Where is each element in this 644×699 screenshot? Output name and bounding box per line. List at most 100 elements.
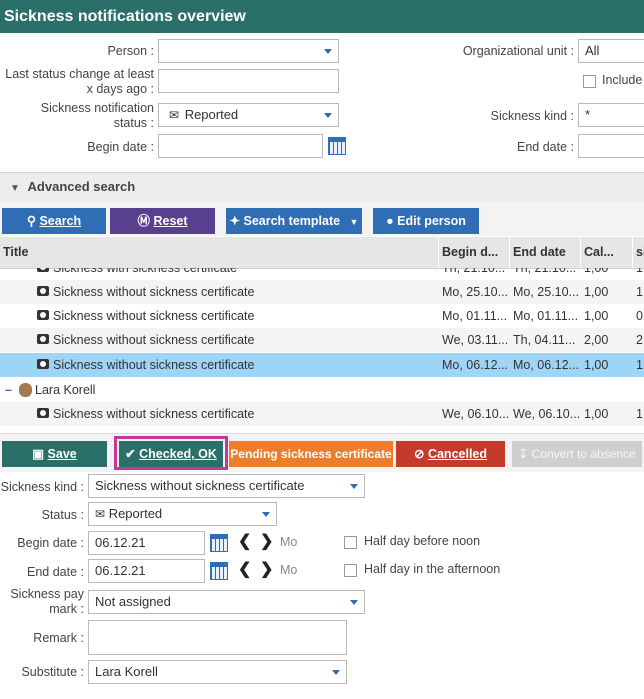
edit-person-label: Edit person <box>397 214 466 228</box>
row-title: Sickness without sickness certificate <box>53 333 255 347</box>
row-end: Mo, 25.10... <box>513 285 580 299</box>
search-button-label: Search <box>39 214 82 228</box>
table-row[interactable]: Sickness without sickness certificate Mo… <box>0 280 644 304</box>
begin-date-label: Begin date : <box>87 140 154 154</box>
pending-certificate-label: Pending sickness certificate <box>230 447 392 461</box>
form-sickness-kind-select[interactable]: Sickness without sickness certificate <box>88 474 365 498</box>
next-day-button[interactable]: ❯ <box>260 560 273 580</box>
convert-to-absence-button[interactable]: ↧ Convert to absence <box>512 441 642 467</box>
row-cal: 1,00 <box>584 285 609 299</box>
reset-button-label: Reset <box>153 214 188 228</box>
end-date-filter-input[interactable] <box>578 134 644 158</box>
reset-button[interactable]: Ⓜ Reset <box>110 208 215 234</box>
pay-mark-label-1: Sickness pay <box>10 587 84 601</box>
row-title: Sickness without sickness certificate <box>53 285 255 299</box>
row-title: Sickness without sickness certificate <box>53 358 255 372</box>
checked-ok-button[interactable]: ✔ Checked, OK <box>119 441 223 467</box>
row-begin: We, 06.10... <box>442 407 510 421</box>
previous-day-button[interactable]: ❮ <box>238 532 251 552</box>
camera-icon <box>37 268 49 272</box>
row-begin: Mo, 25.10... <box>442 285 509 299</box>
calendar-icon[interactable] <box>328 137 346 155</box>
row-begin: Th, 21.10... <box>442 268 506 275</box>
ban-icon: ⊘ <box>413 447 425 461</box>
collapse-toggle[interactable]: – <box>5 378 12 402</box>
sickness-kind-filter-input[interactable]: * <box>578 103 644 127</box>
pending-certificate-button[interactable]: Pending sickness certificate <box>229 441 393 467</box>
pay-mark-select[interactable]: Not assigned <box>88 590 365 614</box>
form-end-date-value: 06.12.21 <box>95 563 146 578</box>
group-person-name: Lara Korell <box>35 383 96 397</box>
table-row[interactable]: Sickness without sickness certificate We… <box>0 402 644 426</box>
calendar-icon[interactable] <box>210 562 228 580</box>
substitute-select[interactable]: Lara Korell <box>88 660 347 684</box>
org-unit-select[interactable]: All <box>578 39 644 63</box>
chevron-down-icon <box>350 600 358 605</box>
row-end: Mo, 06.12... <box>513 358 580 372</box>
column-si[interactable]: si <box>632 237 644 268</box>
camera-icon <box>37 359 49 369</box>
edit-person-button[interactable]: ● Edit person <box>373 208 479 234</box>
convert-icon: ↧ <box>518 447 529 461</box>
form-status-select[interactable]: ✉ Reported <box>88 502 277 526</box>
column-title[interactable]: Title <box>0 237 438 268</box>
next-day-button[interactable]: ❯ <box>260 532 273 552</box>
status-select[interactable]: ✉ Reported <box>158 103 339 127</box>
half-day-before-noon-checkbox[interactable] <box>344 536 357 549</box>
chevron-down-icon <box>324 49 332 54</box>
remark-textarea[interactable] <box>88 620 347 655</box>
table-row-selected[interactable]: Sickness without sickness certificate Mo… <box>0 353 644 377</box>
row-title: Sickness without sickness certificate <box>53 407 255 421</box>
sickness-kind-filter-value: * <box>585 107 591 122</box>
calendar-icon[interactable] <box>210 534 228 552</box>
end-weekday: Mo <box>280 563 298 577</box>
search-button[interactable]: ⚲ Search <box>2 208 106 234</box>
form-status-label: Status : <box>41 508 84 522</box>
chevron-down-icon <box>332 670 340 675</box>
row-begin: Mo, 01.11... <box>442 309 508 323</box>
last-change-days-input[interactable] <box>158 69 339 93</box>
row-cal: 1,00 <box>584 407 609 421</box>
column-calendar-days[interactable]: Cal... <box>580 237 632 268</box>
person-select[interactable] <box>158 39 339 63</box>
table-row[interactable]: Sickness with sickness certificate Th, 2… <box>0 268 644 280</box>
table-row[interactable]: Sickness without sickness certificate Mo… <box>0 304 644 328</box>
search-template-label: Search template <box>243 214 341 228</box>
row-end: Mo, 01.11... <box>513 309 579 323</box>
search-icon: ⚲ <box>26 214 36 228</box>
envelope-icon: ✉ <box>169 108 180 122</box>
save-button[interactable]: ▣ Save <box>2 441 107 467</box>
magic-wand-icon: ✦ <box>229 214 240 228</box>
search-toolbar: ⚲ Search Ⓜ Reset ✦ Search template ▼ ● E… <box>0 202 644 236</box>
grid-body: Sickness with sickness certificate Th, 2… <box>0 268 644 432</box>
include-checkbox[interactable] <box>583 75 596 88</box>
cancelled-button[interactable]: ⊘ Cancelled <box>396 441 505 467</box>
form-end-date-input[interactable]: 06.12.21 <box>88 559 205 583</box>
group-row[interactable]: – Lara Korell <box>0 378 644 402</box>
row-si: 1, <box>636 268 644 275</box>
previous-day-button[interactable]: ❮ <box>238 560 251 580</box>
column-end-date[interactable]: End date <box>509 237 580 268</box>
chevron-down-icon <box>262 512 270 517</box>
form-begin-date-input[interactable]: 06.12.21 <box>88 531 205 555</box>
row-si: 0, <box>636 309 644 323</box>
search-template-button[interactable]: ✦ Search template ▼ <box>226 208 362 234</box>
begin-date-input[interactable] <box>158 134 323 158</box>
column-begin-date[interactable]: Begin d... <box>438 237 509 268</box>
last-change-label-1: Last status change at least <box>5 67 154 81</box>
row-end: Th, 04.11... <box>513 333 576 347</box>
table-row[interactable]: Sickness without sickness certificate We… <box>0 328 644 352</box>
grid-header: Title Begin d... End date Cal... si <box>0 237 644 269</box>
half-day-afternoon-checkbox[interactable] <box>344 564 357 577</box>
status-label-1: Sickness notification <box>40 101 154 115</box>
checked-ok-label: Checked, OK <box>139 447 217 461</box>
status-value: Reported <box>184 107 239 122</box>
form-begin-date-label: Begin date : <box>17 536 84 550</box>
row-begin: Mo, 06.12... <box>442 358 509 372</box>
chevron-down-icon: ▼ <box>349 217 359 227</box>
begin-weekday: Mo <box>280 535 298 549</box>
end-date-label: End date : <box>517 140 574 154</box>
reset-icon: Ⓜ <box>137 214 150 228</box>
avatar <box>19 383 32 397</box>
advanced-search-toggle[interactable]: ▼ Advanced search <box>0 172 644 203</box>
